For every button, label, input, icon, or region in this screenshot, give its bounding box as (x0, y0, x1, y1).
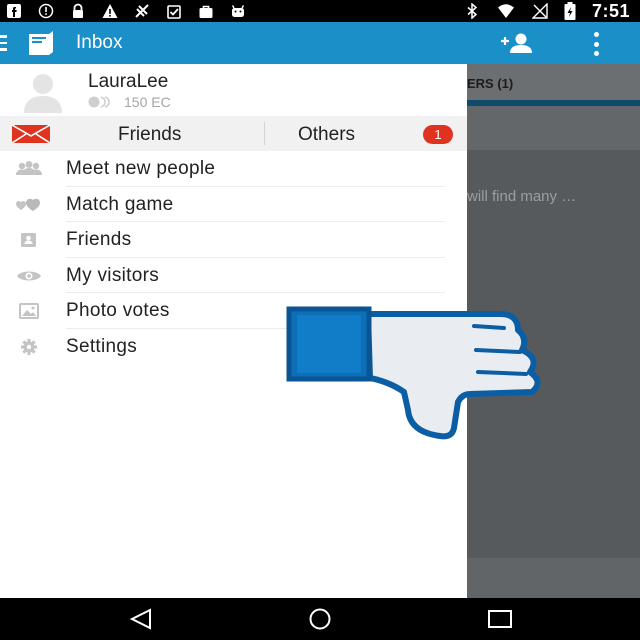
eye-icon (17, 271, 41, 280)
system-nav-bar (0, 598, 640, 640)
page-title: Inbox (76, 32, 123, 53)
background-tabs: ERS (1) (467, 64, 640, 102)
menu-item-label: Match game (66, 193, 174, 215)
credits-amount: 150 EC (124, 94, 171, 110)
people-icon (16, 161, 42, 175)
recent-apps-icon[interactable] (487, 609, 513, 629)
background-header-row (467, 106, 640, 150)
menu-item-label: Photo votes (66, 300, 170, 321)
bag-icon (199, 5, 213, 18)
tab-others[interactable]: Others (298, 124, 355, 146)
satellite-icon (135, 4, 149, 18)
app-bar: Inbox (0, 22, 640, 64)
thumbs-down-icon (286, 306, 541, 440)
menu-item-match-game[interactable]: Match game (0, 187, 467, 222)
menu-icon[interactable] (0, 35, 7, 51)
background-snippet: will find many … (467, 188, 577, 205)
overflow-menu-icon[interactable] (590, 32, 602, 56)
add-user-icon[interactable] (499, 32, 535, 54)
home-icon[interactable] (307, 608, 333, 630)
battery-charging-icon (564, 2, 576, 20)
notification-icons (6, 3, 246, 19)
profile-header[interactable]: LauraLee 150 EC (0, 64, 467, 116)
wifi-icon (497, 4, 514, 18)
warning-icon (102, 4, 118, 18)
menu-item-label: Meet new people (66, 158, 216, 179)
envelope-icon[interactable] (12, 125, 50, 143)
menu-item-friends[interactable]: Friends (0, 222, 467, 258)
menu-item-label: My visitors (66, 264, 160, 286)
app-logo-icon (29, 31, 53, 55)
back-icon[interactable] (128, 608, 154, 630)
tab-friends[interactable]: Friends (118, 124, 181, 146)
alert-circle-icon (38, 3, 54, 19)
gear-icon (21, 338, 37, 355)
background-footer (467, 558, 640, 598)
menu-item-my-visitors[interactable]: My visitors (0, 258, 467, 293)
menu-item-label: Friends (66, 229, 132, 250)
photo-icon (19, 303, 39, 319)
menu-item-label: Settings (66, 335, 138, 357)
menu-item-meet-new-people[interactable]: Meet new people (0, 151, 467, 187)
clipboard-check-icon (167, 5, 181, 19)
background-tab-label: ERS (1) (467, 76, 514, 91)
username: LauraLee (88, 71, 169, 92)
facebook-icon (7, 4, 21, 18)
others-count-badge: 1 (423, 125, 453, 144)
lock-icon (73, 3, 83, 18)
status-bar: 7:51 (0, 0, 640, 22)
credits: 150 EC (88, 94, 171, 110)
tab-divider (264, 122, 265, 145)
bluetooth-icon (467, 3, 478, 19)
coin-icon (88, 96, 110, 108)
avatar[interactable] (22, 71, 64, 113)
status-time: 7:51 (591, 0, 630, 21)
no-signal-icon (531, 3, 548, 19)
contact-card-icon (21, 233, 36, 247)
android-icon (231, 5, 245, 17)
hearts-icon (16, 198, 40, 211)
drawer-tabs: Friends Others 1 (0, 116, 467, 151)
